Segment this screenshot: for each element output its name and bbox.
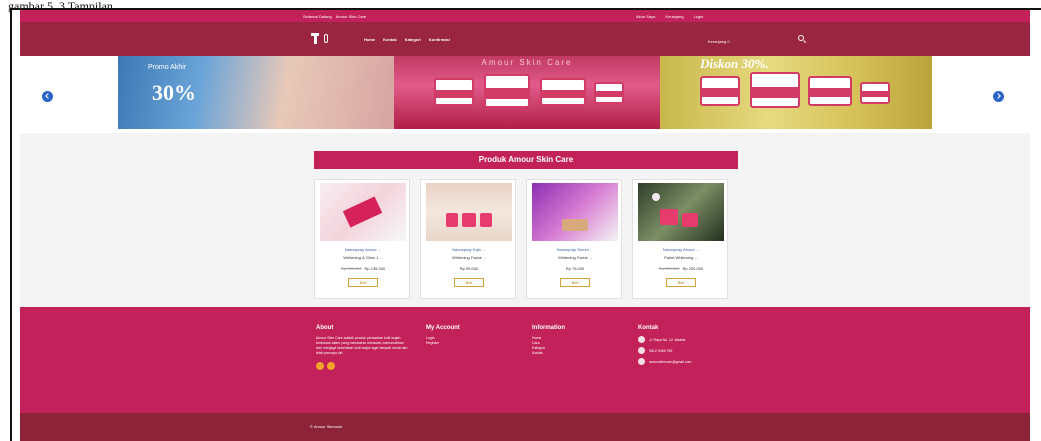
footer-account-title: My Account: [426, 325, 460, 331]
phone-icon: [638, 347, 645, 354]
buy-button[interactable]: Beli: [454, 278, 484, 287]
banner-slide-3[interactable]: Diskon 30%.: [660, 56, 932, 129]
buy-button[interactable]: Beli: [666, 278, 696, 287]
product-image[interactable]: [320, 183, 406, 241]
product-list: Nanospray Amour ... Whitening & Glow 1 .…: [314, 179, 738, 299]
contact-address-text: Jl. Raya No. 12 Jakarta: [649, 337, 686, 342]
product-image[interactable]: [532, 183, 618, 241]
site-logo[interactable]: [311, 31, 331, 47]
slide1-small-text: Promo Akhir: [148, 64, 187, 71]
product-box-image: [540, 78, 586, 106]
product-price: Rp 150.000 Rp 135.000: [323, 266, 403, 271]
cart-button[interactable]: Keranjang 0: [708, 39, 730, 44]
copyright-bar: © Amour Skincare: [20, 413, 1030, 441]
nav-links: Home Kontak Kategori Konfirmasi: [364, 37, 450, 42]
product-name[interactable]: Nanospray Amour ...: [323, 247, 403, 252]
product-subname: Paket Whitening ...: [664, 255, 698, 260]
product-card[interactable]: Nanospray Amour ... Paket Whitening ... …: [632, 179, 728, 299]
product-price: Rp 75.000: [535, 266, 615, 271]
buy-button[interactable]: Beli: [348, 278, 378, 287]
mail-icon: [638, 358, 645, 365]
slide3-heading: Diskon 30%.: [700, 56, 769, 71]
product-box-image: [484, 74, 530, 108]
product-old-price: Rp 225.000: [658, 266, 680, 271]
product-name[interactable]: Nanospray Serum ...: [535, 247, 615, 252]
social-links: [316, 362, 408, 370]
contact-phone-text: 0812 3456 789: [649, 348, 673, 353]
search-icon[interactable]: [798, 35, 804, 41]
product-current-price: Rp 200.000: [682, 266, 704, 271]
footer: About Amour Skin Care adalah produk pera…: [20, 307, 1030, 413]
nav-kontak[interactable]: Kontak: [383, 37, 397, 42]
footer-account: My Account Login Register: [426, 325, 460, 346]
product-box-image: [594, 82, 624, 104]
product-subname: Whitening Facial ...: [451, 255, 486, 260]
product-name[interactable]: Nanospray Kojic ...: [429, 247, 509, 252]
product-card[interactable]: Nanospray Amour ... Whitening & Glow 1 .…: [314, 179, 410, 299]
product-box-image: [700, 76, 740, 106]
footer-info-title: Information: [532, 325, 565, 331]
product-current-price: Rp 75.000: [565, 266, 585, 271]
footer-register-link[interactable]: Register: [426, 341, 460, 346]
contact-address: Jl. Raya No. 12 Jakarta: [638, 336, 691, 343]
buy-button[interactable]: Beli: [560, 278, 590, 287]
copyright-text: © Amour Skincare: [310, 424, 343, 429]
section-title: Produk Amour Skin Care: [314, 151, 738, 169]
product-image[interactable]: [426, 183, 512, 241]
product-subname: Whitening & Glow 1 ...: [343, 255, 383, 260]
footer-about: About Amour Skin Care adalah produk pera…: [316, 325, 408, 370]
slide2-heading: Amour Skin Care: [481, 58, 573, 67]
product-box-image: [434, 78, 474, 106]
brand-text: Amour Skin Care: [335, 14, 367, 19]
product-price: Rp 95.000: [429, 266, 509, 271]
facebook-icon[interactable]: [316, 362, 324, 370]
contact-email: amourskincare@gmail.com: [638, 358, 691, 365]
welcome-text: Selamat Datang: [303, 14, 332, 19]
nav-kategori[interactable]: Kategori: [405, 37, 421, 42]
product-card[interactable]: Nanospray Serum ... Whitening Facial ...…: [526, 179, 622, 299]
product-current-price: Rp 135.000: [364, 266, 386, 271]
product-subname: Whitening Facial ...: [557, 255, 592, 260]
contact-phone: 0812 3456 789: [638, 347, 691, 354]
product-box-image: [808, 76, 852, 106]
product-box-image: [750, 72, 800, 108]
main-nav: Home Kontak Kategori Konfirmasi Keranjan…: [20, 22, 1030, 56]
product-name[interactable]: Nanospray Amour ...: [641, 247, 721, 252]
account-link[interactable]: Akun Saya: [636, 14, 655, 19]
footer-kontak-title: Kontak: [638, 325, 659, 331]
login-link[interactable]: Login: [694, 14, 704, 19]
product-card[interactable]: Nanospray Kojic ... Whitening Facial ...…: [420, 179, 516, 299]
product-current-price: Rp 95.000: [459, 266, 479, 271]
footer-information: Information Home Cara Kategori Kontak: [532, 325, 565, 356]
banner-slide-1[interactable]: Promo Akhir 30%: [118, 56, 394, 129]
contact-email-text[interactable]: amourskincare@gmail.com: [649, 360, 691, 364]
footer-info-link[interactable]: Kontak: [532, 351, 565, 356]
website: Selamat Datang Amour Skin Care Akun Saya…: [20, 10, 1030, 441]
nav-konfirmasi[interactable]: Konfirmasi: [429, 37, 450, 42]
product-box-image: [860, 82, 890, 104]
product-price: Rp 225.000 Rp 200.000: [641, 266, 721, 271]
footer-about-text: Amour Skin Care adalah produk perawatan …: [316, 336, 408, 355]
instagram-icon[interactable]: [327, 362, 335, 370]
footer-about-title: About: [316, 325, 334, 331]
cart-link[interactable]: Keranjang: [665, 14, 683, 19]
slider-prev-button[interactable]: [42, 91, 53, 102]
map-pin-icon: [638, 336, 645, 343]
top-bar: Selamat Datang Amour Skin Care Akun Saya…: [20, 10, 1030, 22]
slider-next-button[interactable]: [993, 91, 1004, 102]
product-old-price: Rp 150.000: [340, 266, 362, 271]
top-bar-left: Selamat Datang Amour Skin Care: [303, 14, 366, 19]
banner-slide-2[interactable]: Amour Skin Care: [394, 56, 660, 129]
product-image[interactable]: [638, 183, 724, 241]
slide1-big-text: 30%: [152, 80, 196, 105]
banner-slider: Promo Akhir 30% Amour Skin Care Diskon 3…: [20, 56, 1030, 133]
footer-kontak: Kontak Jl. Raya No. 12 Jakarta 0812 3456…: [638, 325, 691, 369]
nav-home[interactable]: Home: [364, 37, 375, 42]
top-bar-right: Akun Saya Keranjang Login: [636, 14, 703, 19]
